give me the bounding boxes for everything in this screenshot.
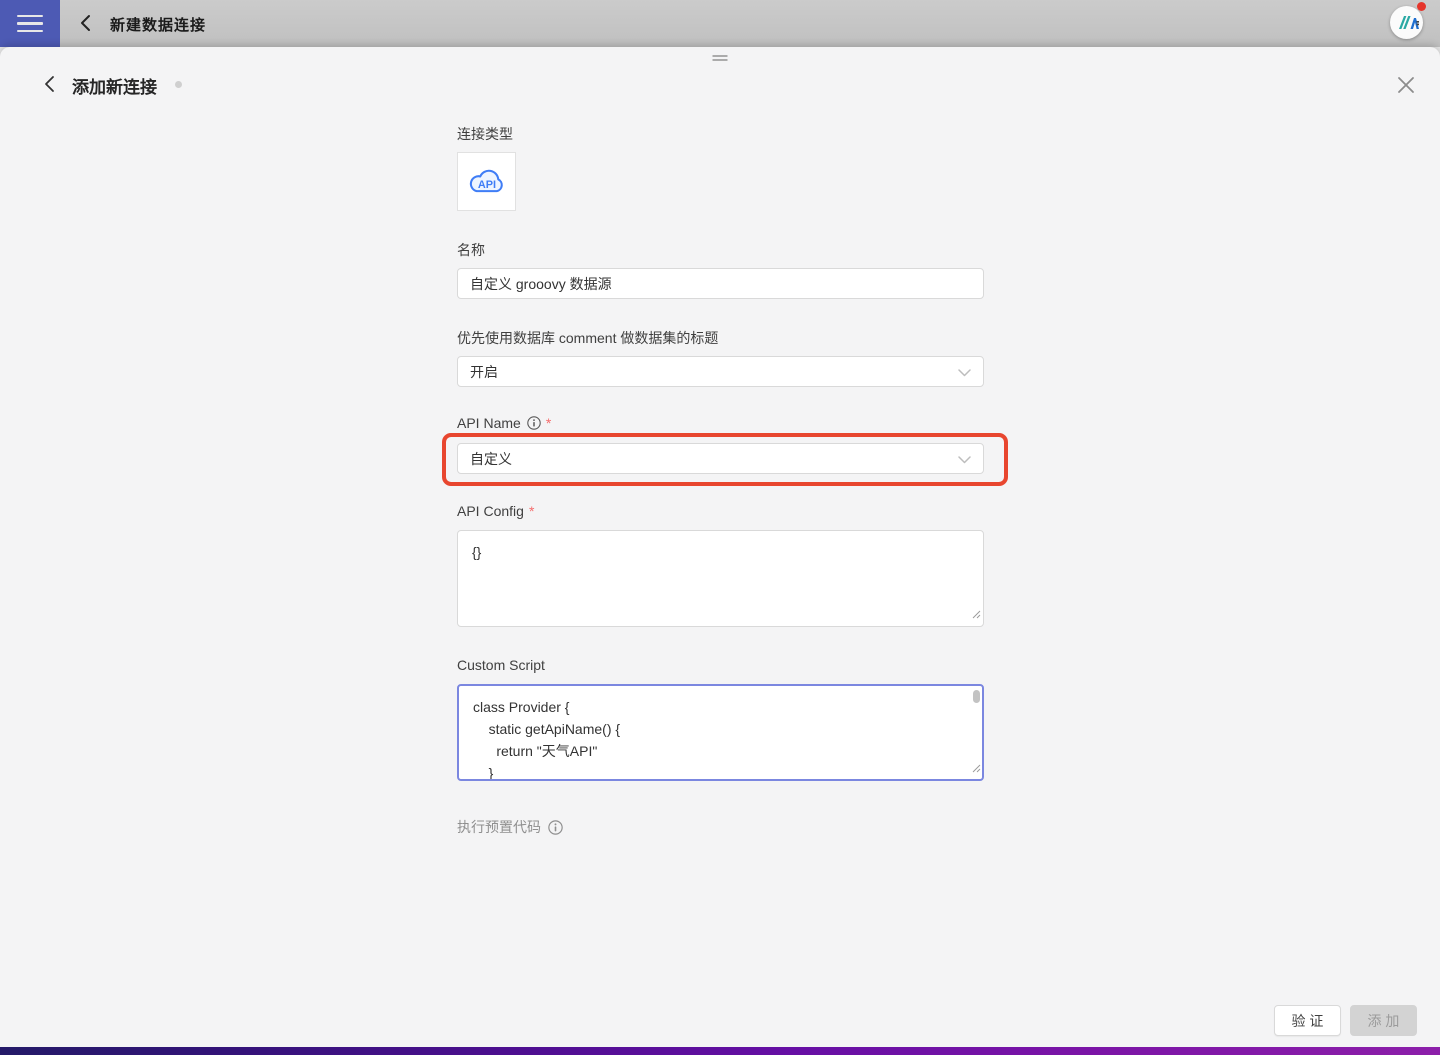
app-logo-button[interactable]: [1390, 6, 1424, 40]
topbar-back-button[interactable]: [77, 13, 95, 33]
resize-handle-icon[interactable]: [972, 760, 981, 778]
api-name-label: API Name *: [457, 415, 551, 431]
hamburger-icon: [17, 15, 43, 18]
preset-code-label: 执行预置代码: [457, 817, 563, 837]
page-title: 新建数据连接: [110, 14, 206, 35]
comment-title-label: 优先使用数据库 comment 做数据集的标题: [457, 328, 718, 348]
comment-title-select[interactable]: 开启: [457, 356, 984, 387]
sheet-drag-handle[interactable]: [711, 53, 730, 63]
verify-button[interactable]: 验 证: [1274, 1005, 1341, 1036]
api-name-value: 自定义: [470, 449, 512, 469]
scrollbar-thumb[interactable]: [973, 690, 980, 703]
add-button[interactable]: 添 加: [1350, 1005, 1417, 1036]
chevron-left-icon: [42, 75, 58, 93]
app-logo-icon: [1390, 6, 1423, 39]
comment-title-value: 开启: [470, 362, 498, 382]
modal-back-button[interactable]: [42, 75, 58, 93]
chevron-down-icon: [958, 456, 971, 464]
chevron-left-icon: [77, 13, 95, 33]
hamburger-menu-button[interactable]: [0, 0, 60, 47]
connection-type-label: 连接类型: [457, 124, 513, 144]
close-button[interactable]: [1395, 74, 1417, 96]
add-connection-sheet: 添加新连接 连接类型 API 名称 优先使用数据库 comment 做数据集的标…: [0, 47, 1440, 1055]
resize-handle-icon[interactable]: [972, 606, 981, 624]
custom-script-textarea[interactable]: class Provider { static getApiName() { r…: [457, 684, 984, 781]
api-name-select[interactable]: 自定义: [457, 443, 984, 474]
api-config-textarea[interactable]: {}: [457, 530, 984, 627]
info-icon[interactable]: [548, 820, 563, 835]
cloud-api-icon: API: [466, 166, 508, 197]
modal-title: 添加新连接: [72, 73, 157, 98]
name-label: 名称: [457, 240, 485, 260]
close-icon: [1395, 74, 1417, 96]
connection-type-api-tile[interactable]: API: [457, 152, 516, 211]
top-bar: 新建数据连接: [0, 0, 1440, 47]
name-input[interactable]: [457, 268, 984, 299]
info-icon[interactable]: [527, 416, 541, 430]
custom-script-label: Custom Script: [457, 657, 545, 673]
bottom-accent-bar: [0, 1047, 1440, 1055]
svg-text:API: API: [477, 179, 495, 191]
notification-dot: [1417, 2, 1426, 11]
chevron-down-icon: [958, 369, 971, 377]
status-dot: [175, 81, 182, 88]
api-config-label: API Config *: [457, 503, 534, 519]
